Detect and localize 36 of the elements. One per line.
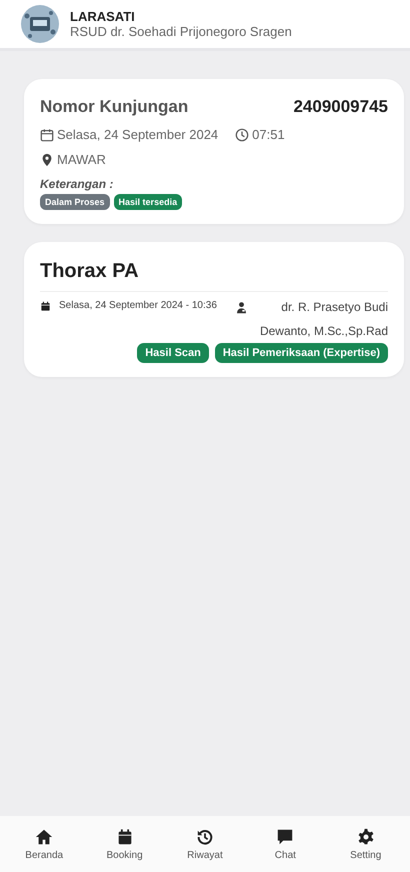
calendar-icon	[40, 128, 54, 142]
nav-item[interactable]: Chat	[250, 828, 320, 860]
chat-icon	[276, 828, 294, 846]
history-icon	[196, 828, 214, 846]
exam-title: Thorax PA	[40, 260, 388, 292]
nav-label: Riwayat	[187, 850, 223, 860]
nav-item[interactable]: Riwayat	[170, 828, 240, 860]
result-button[interactable]: Hasil Pemeriksaan (Expertise)	[214, 343, 388, 363]
nav-label: Booking	[106, 850, 143, 860]
logo-icon	[20, 4, 60, 44]
doctor-icon	[234, 301, 248, 314]
result-button[interactable]: Hasil Scan	[137, 343, 209, 363]
nav-label: Beranda	[25, 850, 64, 860]
calendar-icon	[116, 828, 134, 846]
nav-label: Setting	[350, 850, 382, 860]
calendar-icon	[40, 301, 51, 312]
nav-item[interactable]: Beranda	[9, 828, 80, 860]
visit-location: MAWAR	[57, 152, 106, 167]
visit-number: 2409009745	[293, 97, 388, 117]
doctor-name: dr. R. Prasetyo Budi Dewanto, M.Sc.,Sp.Rad	[258, 299, 388, 340]
note-label: Keterangan :	[40, 177, 114, 191]
status-badge: Dalam Proses	[40, 194, 110, 210]
exam-datetime: Selasa, 24 September 2024 - 10:36	[59, 300, 217, 311]
clock-icon	[235, 128, 250, 142]
visit-time: 07:51	[252, 127, 285, 142]
settings-icon	[356, 828, 375, 846]
hospital-name: RSUD dr. Soehadi Prijonegoro Sragen	[70, 24, 292, 39]
nav-label: Chat	[274, 850, 296, 860]
nav-item[interactable]: Setting	[330, 828, 401, 860]
location-pin-icon	[40, 152, 54, 166]
status-badge: Hasil tersedia	[114, 194, 182, 210]
nav-item[interactable]: Booking	[90, 828, 160, 860]
visit-label: Nomor Kunjungan	[40, 97, 188, 117]
app-title: LARASATI	[70, 9, 136, 24]
visit-date: Selasa, 24 September 2024	[57, 127, 218, 142]
home-icon	[35, 828, 54, 846]
